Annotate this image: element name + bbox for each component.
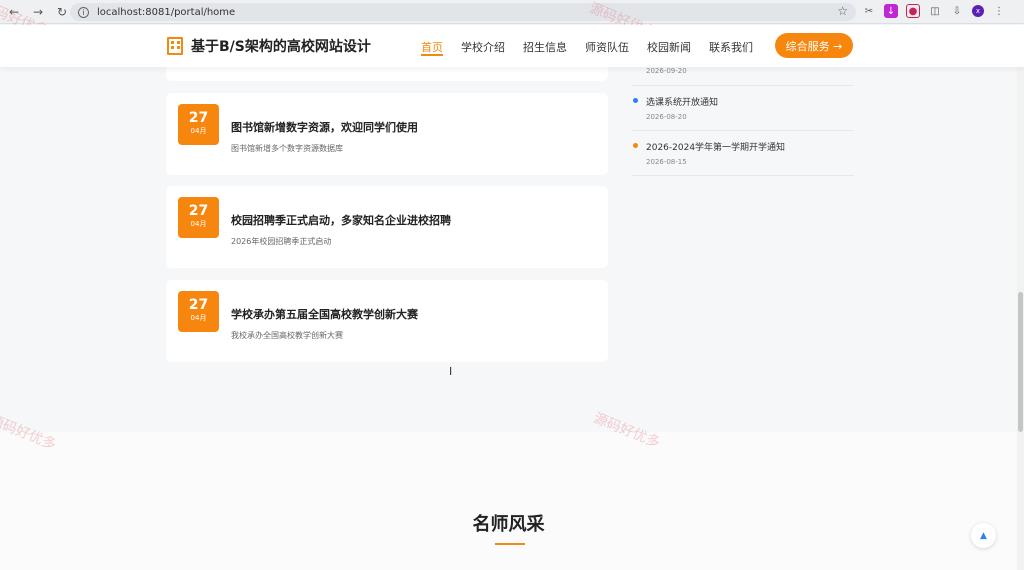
date-month: 04月 (190, 314, 207, 322)
news-desc: 2026年校园招聘季正式启动 (231, 237, 332, 246)
news-card[interactable]: 27 04月 图书馆新增数字资源，欢迎同学们使用 图书馆新增多个数字资源数据库 (166, 93, 608, 175)
section-title: 名师风采 (472, 514, 545, 535)
browser-toolbar: ← → ↻ i localhost:8081/portal/home ☆ ✂ ↓… (0, 0, 1024, 24)
date-day: 27 (188, 110, 209, 126)
nav-item-admissions[interactable]: 招生信息 (523, 39, 567, 67)
date-month: 04月 (190, 127, 207, 135)
reload-icon[interactable]: ↻ (52, 2, 72, 22)
news-card[interactable]: 27 04月 校园招聘季正式启动，多家知名企业进校招聘 2026年校园招聘季正式… (166, 186, 608, 268)
nav-item-contact[interactable]: 联系我们 (709, 39, 753, 67)
news-desc: 我校承办全国高校教学创新大赛 (231, 331, 343, 340)
notice-date: 2026-08-15 (646, 158, 687, 166)
site-logo[interactable]: 基于B/S架构的高校网站设计 (167, 36, 371, 56)
puzzle-icon[interactable]: ◫ (928, 4, 942, 18)
nav-item-about[interactable]: 学校介绍 (461, 39, 505, 67)
bookmark-star-icon[interactable]: ☆ (837, 4, 848, 18)
scissors-icon[interactable]: ✂ (862, 4, 876, 18)
date-badge: 27 04月 (178, 104, 219, 145)
notice-title[interactable]: 选课系统开放通知 (646, 95, 718, 108)
url-text[interactable]: localhost:8081/portal/home (97, 7, 235, 18)
main-nav: 首页 学校介绍 招生信息 师资队伍 校园新闻 联系我们 (421, 39, 771, 67)
back-to-top-button[interactable]: ▲ (971, 523, 996, 548)
news-card[interactable]: 27 04月 学校承办第五届全国高校教学创新大赛 我校承办全国高校教学创新大赛 (166, 280, 608, 362)
building-icon (167, 37, 183, 55)
notice-item[interactable]: 2026-2024学年第一学期开学通知 2026-08-15 (632, 131, 854, 176)
news-desc: 图书馆新增多个数字资源数据库 (231, 144, 343, 153)
site-header: 基于B/S架构的高校网站设计 首页 学校介绍 招生信息 师资队伍 校园新闻 联系… (0, 25, 1024, 67)
address-bar[interactable]: i localhost:8081/portal/home ☆ (70, 3, 856, 21)
news-card-partial[interactable] (166, 67, 608, 81)
site-title: 基于B/S架构的高校网站设计 (191, 39, 371, 55)
nav-item-news[interactable]: 校园新闻 (647, 39, 691, 67)
notice-date: 2026-09-20 (646, 67, 687, 75)
news-title[interactable]: 校园招聘季正式启动，多家知名企业进校招聘 (231, 212, 451, 228)
triangle-up-icon: ▲ (980, 530, 987, 541)
text-cursor-icon: I (449, 365, 453, 378)
news-title[interactable]: 学校承办第五届全国高校教学创新大赛 (231, 306, 418, 322)
nav-item-home[interactable]: 首页 (421, 39, 443, 67)
notice-date: 2026-08-20 (646, 113, 687, 121)
date-month: 04月 (190, 220, 207, 228)
teacher-section: 名师风采 (0, 432, 1017, 570)
bullet-dot-icon (633, 143, 638, 148)
extension-download-icon[interactable]: ↓ (884, 4, 898, 18)
notice-item[interactable]: 选课系统开放通知 2026-08-20 (632, 86, 854, 131)
date-badge: 27 04月 (178, 197, 219, 238)
menu-kebab-icon[interactable]: ⋮ (992, 4, 1006, 18)
news-title[interactable]: 图书馆新增数字资源，欢迎同学们使用 (231, 119, 418, 135)
date-day: 27 (188, 203, 209, 219)
nav-item-faculty[interactable]: 师资队伍 (585, 39, 629, 67)
extension-icon[interactable]: ● (906, 4, 920, 18)
back-icon[interactable]: ← (4, 2, 24, 22)
notice-title[interactable]: 2026-2024学年第一学期开学通知 (646, 140, 785, 153)
notice-item[interactable]: 2026-09-20 (632, 67, 854, 86)
site-info-icon[interactable]: i (78, 6, 89, 18)
date-day: 27 (188, 297, 209, 313)
forward-icon[interactable]: → (28, 2, 48, 22)
date-badge: 27 04月 (178, 291, 219, 332)
page-scrollbar[interactable] (1017, 67, 1024, 570)
profile-avatar[interactable]: x (972, 5, 984, 17)
scroll-thumb[interactable] (1018, 292, 1023, 432)
bullet-dot-icon (633, 98, 638, 103)
downloads-icon[interactable]: ⇩ (950, 4, 964, 18)
section-underline (495, 543, 525, 545)
service-button[interactable]: 综合服务 → (775, 33, 853, 58)
